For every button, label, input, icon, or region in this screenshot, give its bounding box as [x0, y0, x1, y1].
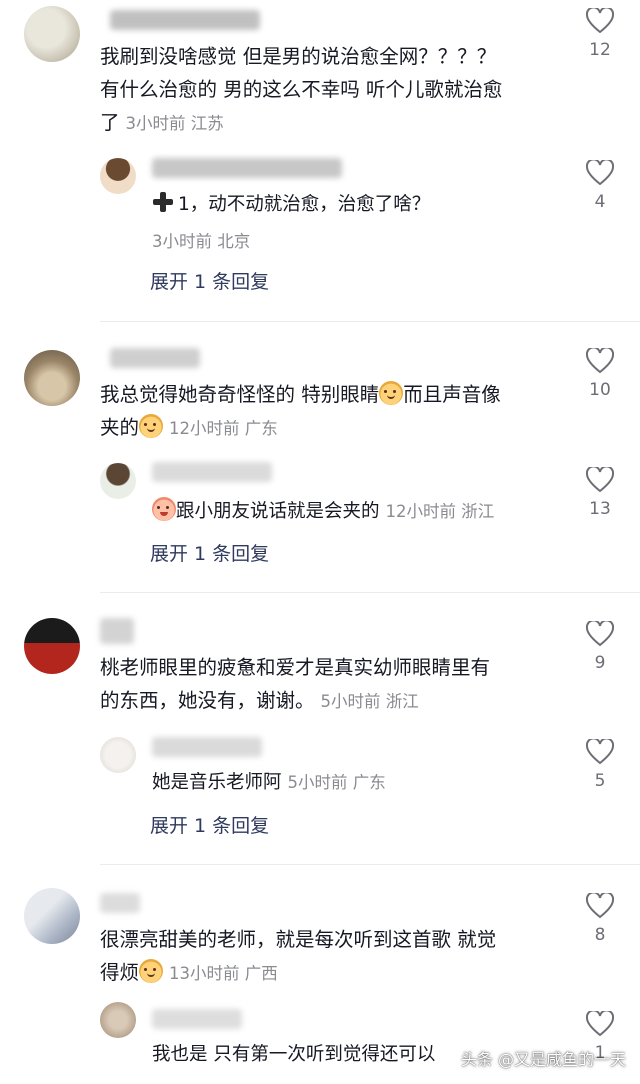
heart-icon [586, 1011, 614, 1037]
like-count: 10 [589, 380, 611, 400]
heart-icon [586, 739, 614, 765]
heart-icon [586, 621, 614, 647]
like-button[interactable]: 10 [580, 348, 620, 400]
comment-text: 我总觉得她奇奇怪怪的 特别眼睛 而且声音像 夹的 12小时前 广东 [100, 381, 501, 439]
heart-icon [586, 160, 614, 186]
username-blurred[interactable] [100, 618, 134, 644]
crying-emoji [139, 414, 164, 438]
heart-icon [586, 8, 614, 34]
crying-emoji [379, 381, 404, 405]
reply-username-blurred[interactable] [152, 462, 272, 482]
reply-text: 我也是 只有第一次听到觉得还可以 [152, 1044, 436, 1065]
avatar[interactable] [24, 6, 80, 62]
divider [100, 864, 640, 865]
avatar[interactable] [24, 888, 80, 944]
peach-emoji [152, 497, 176, 521]
comment-meta: 5小时前 浙江 [320, 692, 419, 711]
like-button[interactable]: 12 [580, 8, 620, 60]
reply-avatar[interactable] [100, 1002, 136, 1038]
divider [100, 592, 640, 593]
comment-meta: 3小时前 江苏 [125, 114, 224, 133]
reply-avatar[interactable] [100, 463, 136, 499]
reply-username-blurred[interactable] [152, 737, 262, 757]
expand-replies-link[interactable]: 展开 1 条回复 [150, 267, 269, 297]
avatar[interactable] [24, 618, 80, 674]
like-count: 8 [594, 925, 606, 945]
heart-icon [586, 348, 614, 374]
relieved-emoji [139, 959, 164, 983]
avatar[interactable] [24, 350, 80, 406]
heart-icon [586, 467, 614, 493]
like-count: 13 [589, 499, 611, 519]
reply-meta: 12小时前 浙江 [385, 502, 495, 521]
reply-like-button[interactable]: 13 [580, 467, 620, 519]
divider [100, 321, 640, 322]
plus-one-icon [152, 191, 174, 213]
reply-text: 跟小朋友说话就是会夹的 12小时前 浙江 [152, 497, 572, 527]
reply-meta: 5小时前 广东 [287, 773, 386, 792]
username-blurred[interactable] [110, 348, 200, 368]
reply-like-button[interactable]: 4 [580, 160, 620, 212]
reply-avatar[interactable] [100, 158, 136, 194]
reply-username-blurred[interactable] [152, 158, 342, 178]
like-count: 9 [594, 653, 606, 673]
reply-like-button[interactable]: 5 [580, 739, 620, 791]
reply-username-blurred[interactable] [152, 1009, 242, 1029]
username-blurred[interactable] [110, 10, 260, 30]
comment-meta: 12小时前 广东 [169, 419, 278, 438]
reply-avatar[interactable] [100, 737, 136, 773]
like-count: 5 [594, 771, 606, 791]
comment-text: 很漂亮甜美的老师，就是每次听到这首歌 就觉 得烦 13小时前 广西 [100, 928, 497, 984]
comment-text: 桃老师眼里的疲惫和爱才是真实幼师眼睛里有 的东西，她没有，谢谢。 5小时前 浙江 [100, 656, 491, 712]
like-count: 4 [594, 192, 606, 212]
comment-text: 我刷到没啥感觉 但是男的说治愈全网？？？？ 有什么治愈的 男的这么不幸吗 听个儿… [100, 45, 503, 134]
expand-replies-link[interactable]: 展开 1 条回复 [150, 539, 269, 569]
heart-icon [586, 893, 614, 919]
like-button[interactable]: 9 [580, 621, 620, 673]
reply-meta: 3小时前 北京 [152, 232, 251, 251]
reply-text: 她是音乐老师阿 5小时前 广东 [152, 772, 386, 793]
comment-meta: 13小时前 广西 [169, 964, 278, 983]
reply-text: 1，动不动就治愈，治愈了啥？ [152, 190, 552, 220]
like-count: 12 [589, 40, 611, 60]
like-button[interactable]: 8 [580, 893, 620, 945]
username-blurred[interactable] [100, 893, 140, 913]
expand-replies-link[interactable]: 展开 1 条回复 [150, 811, 269, 841]
watermark: 头条 @又是咸鱼的一天 [460, 1050, 626, 1069]
